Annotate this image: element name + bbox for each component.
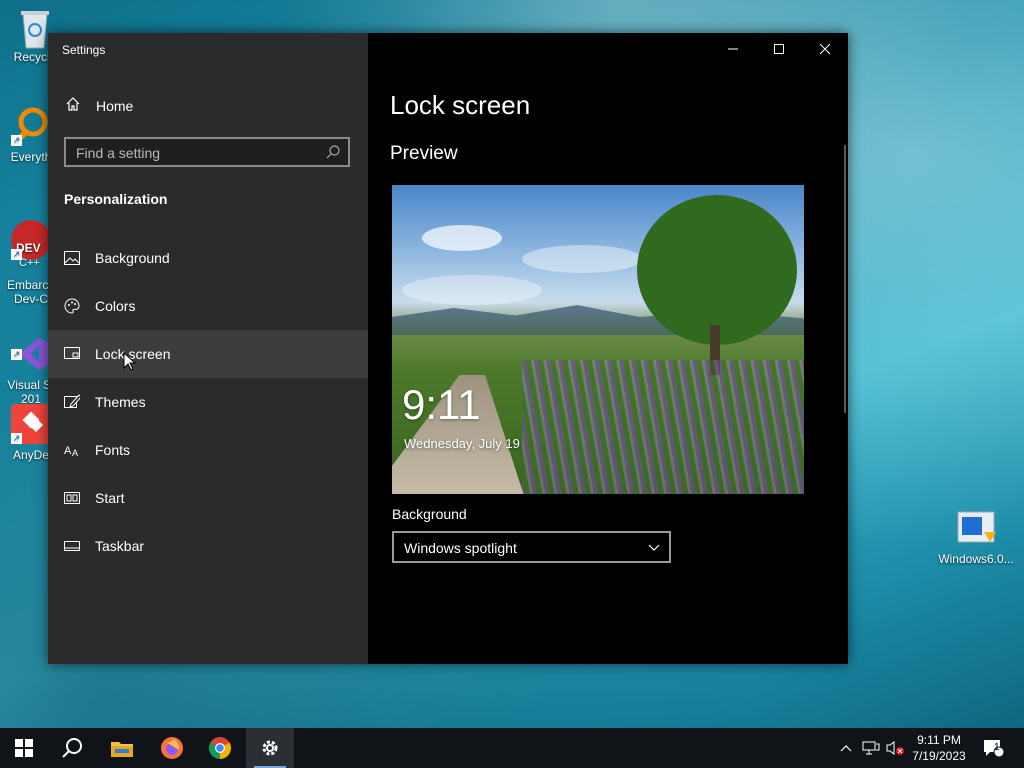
taskbar-search-button[interactable]: [48, 728, 96, 768]
taskbar-clock[interactable]: 9:11 PM 7/19/2023: [903, 732, 975, 764]
preview-clock: 9:11: [402, 381, 481, 428]
chevron-down-icon: [647, 540, 661, 559]
sidebar-item-fonts[interactable]: AA Fonts: [48, 426, 368, 474]
sidebar-item-taskbar[interactable]: Taskbar: [48, 522, 368, 570]
show-hidden-icons-button[interactable]: [836, 728, 856, 768]
installer-package-icon: [956, 508, 996, 548]
file-explorer-button[interactable]: [98, 728, 146, 768]
volume-muted-icon: [886, 741, 904, 755]
notification-icon: [984, 740, 1004, 758]
chrome-icon: [209, 737, 231, 759]
maximize-button[interactable]: [756, 33, 802, 65]
firefox-icon: [161, 737, 183, 759]
cloud: [522, 245, 642, 273]
start-button[interactable]: [0, 728, 48, 768]
font-icon: AA: [63, 443, 81, 457]
preview-heading: Preview: [390, 143, 458, 164]
sidebar-item-label: Start: [95, 490, 125, 506]
visual-studio-icon: ↗: [11, 320, 51, 370]
start-tiles-icon: [63, 492, 81, 504]
page-title: Lock screen: [390, 90, 531, 120]
sidebar-item-label: Fonts: [95, 442, 131, 458]
sidebar-item-label: Colors: [95, 298, 136, 314]
magnifier-app-icon: ↗: [11, 106, 51, 146]
sidebar-item-lock-screen[interactable]: Lock screen: [48, 330, 368, 378]
nav-home-label: Home: [96, 98, 134, 114]
background-label: Background: [392, 506, 467, 522]
taskbar-icon: [63, 541, 81, 551]
lock-screen-icon: [63, 347, 81, 361]
search-placeholder: Find a setting: [76, 145, 161, 161]
background-dropdown-value: Windows spotlight: [404, 540, 517, 556]
maximize-icon: [774, 44, 784, 54]
sidebar-item-colors[interactable]: Colors: [48, 282, 368, 330]
section-title: Personalization: [64, 191, 168, 207]
taskbar-time: 9:11 PM: [917, 733, 961, 747]
firefox-button[interactable]: [148, 728, 196, 768]
sidebar-item-label: Taskbar: [95, 538, 145, 554]
svg-text:C++: C++: [19, 257, 40, 269]
svg-text:A: A: [72, 448, 78, 457]
nav-home[interactable]: Home: [48, 90, 368, 122]
windows-installer-desktop-icon[interactable]: Windows6.0...: [936, 508, 1016, 566]
settings-sidebar: Settings Home Find a setting Personaliza…: [48, 33, 368, 664]
picture-icon: [63, 251, 81, 265]
action-center-button[interactable]: 1: [978, 728, 1008, 768]
desktop-icon-label: Everyth: [10, 150, 52, 164]
sidebar-item-start[interactable]: Start: [48, 474, 368, 522]
cloud: [422, 225, 502, 251]
chrome-button[interactable]: [196, 728, 244, 768]
home-icon: [65, 96, 81, 117]
settings-window: Settings Home Find a setting Personaliza…: [48, 33, 848, 664]
sidebar-item-label: Themes: [95, 394, 146, 410]
window-title: Settings: [62, 43, 106, 57]
settings-icon: [262, 740, 278, 756]
sidebar-item-label: Background: [95, 250, 170, 266]
start-icon: [15, 739, 33, 757]
background-dropdown[interactable]: Windows spotlight: [392, 531, 671, 563]
file-explorer-icon: [111, 742, 133, 757]
minimize-icon: [728, 48, 738, 50]
preview-date: Wednesday, July 19: [404, 436, 520, 451]
flower-field: [522, 360, 804, 494]
taskbar: 9:11 PM 7/19/2023 1: [0, 728, 1024, 768]
desktop-icon-label: AnyDe: [12, 448, 50, 462]
network-button[interactable]: [860, 728, 882, 768]
network-icon: [862, 741, 880, 755]
search-input[interactable]: Find a setting: [64, 137, 350, 167]
anydesk-icon: ↗: [11, 404, 51, 444]
brush-icon: [63, 394, 81, 410]
desktop-icon-label: Windows6.0...: [938, 552, 1014, 566]
close-button[interactable]: [802, 33, 848, 65]
chevron-up-icon: [840, 745, 852, 752]
palette-icon: [63, 298, 81, 314]
tree: [637, 195, 797, 345]
sidebar-item-themes[interactable]: Themes: [48, 378, 368, 426]
settings-taskbar-button[interactable]: [246, 728, 294, 768]
minimize-button[interactable]: [710, 33, 756, 65]
lock-screen-preview: 9:11 Wednesday, July 19: [392, 185, 804, 494]
search-icon: [62, 738, 82, 758]
svg-text:A: A: [64, 445, 72, 457]
search-icon[interactable]: [325, 144, 341, 165]
taskbar-date: 7/19/2023: [912, 749, 966, 763]
sidebar-item-background[interactable]: Background: [48, 234, 368, 282]
close-icon: [819, 43, 831, 55]
scrollbar[interactable]: [844, 145, 846, 413]
settings-content: Lock screen Preview 9:11 Wednesday, July…: [368, 33, 848, 664]
dev-cpp-icon: DEV C++ ↗: [11, 220, 51, 269]
cloud: [402, 275, 542, 305]
notification-count: 1: [994, 742, 1000, 753]
